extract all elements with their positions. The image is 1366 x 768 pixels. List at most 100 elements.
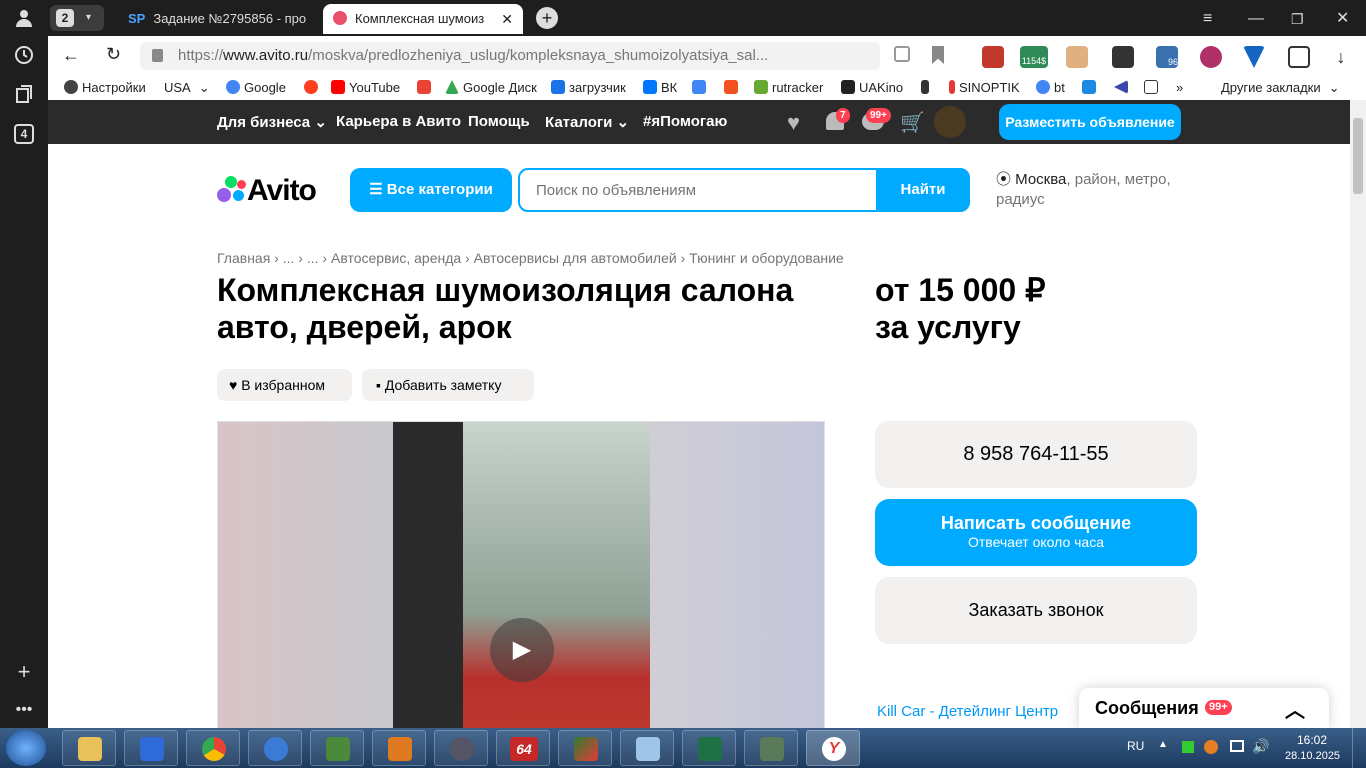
volume-icon[interactable]: 🔊: [1252, 738, 1269, 755]
breadcrumb-item[interactable]: Автосервисы для автомобилей: [474, 250, 677, 266]
download-icon[interactable]: ↓: [1330, 46, 1352, 68]
page-scrollbar[interactable]: [1350, 100, 1366, 728]
messages-panel[interactable]: Сообщения 99+ ︿: [1079, 688, 1329, 728]
nav-help[interactable]: Помощь: [468, 113, 530, 130]
taskbar-w-app[interactable]: [124, 730, 178, 766]
post-ad-button[interactable]: Разместить объявление: [999, 104, 1181, 140]
language-indicator[interactable]: RU: [1127, 739, 1144, 753]
collections-icon[interactable]: [12, 84, 36, 108]
video-gallery[interactable]: ▶: [217, 421, 825, 728]
bookmark-yandex[interactable]: [304, 80, 322, 96]
tray-expand-icon[interactable]: ▲: [1158, 739, 1168, 750]
nav-career[interactable]: Карьера в Авито: [336, 113, 461, 130]
taskbar-globe[interactable]: [248, 730, 302, 766]
bookmark-drive[interactable]: Google Диск: [445, 80, 537, 96]
bookmark-p[interactable]: [1082, 80, 1100, 96]
bookmark-sinoptik[interactable]: SINOPTIK: [949, 80, 1020, 96]
favorite-button[interactable]: ♥ В избранном: [217, 369, 352, 401]
taskbar-player[interactable]: [372, 730, 426, 766]
tab-group-button[interactable]: 2 ▾: [50, 5, 104, 31]
bookmark-vk[interactable]: ВК: [643, 80, 677, 96]
reload-icon[interactable]: ↻: [106, 44, 121, 65]
bookmark-translate[interactable]: [692, 80, 710, 96]
history-icon[interactable]: [12, 45, 36, 69]
bookmark-f[interactable]: [724, 80, 742, 96]
favorites-heart-icon[interactable]: ♥: [787, 110, 800, 136]
breadcrumb-item[interactable]: Автосервис, аренда: [331, 250, 461, 266]
avito-logo[interactable]: Avito: [217, 174, 317, 208]
bookmark-downloader[interactable]: загрузчик: [551, 80, 626, 96]
breadcrumb-item[interactable]: Тюнинг и оборудование: [689, 250, 844, 266]
money-extension-icon[interactable]: 1154$: [1020, 46, 1048, 68]
bookmark-gmail[interactable]: [417, 80, 435, 96]
cart-icon[interactable]: 🛒: [900, 110, 925, 135]
close-tab-icon[interactable]: ✕: [501, 4, 513, 34]
bookmark-bt[interactable]: bt: [1036, 80, 1065, 96]
taskbar-yandex[interactable]: Y: [806, 730, 860, 766]
bookmark-rutracker[interactable]: rutracker: [754, 80, 823, 96]
all-categories-button[interactable]: ☰ Все категории: [350, 168, 512, 212]
shield-extension-icon[interactable]: [1200, 46, 1222, 68]
menu-icon[interactable]: ≡: [1203, 4, 1212, 34]
add-panel-icon[interactable]: +: [12, 660, 36, 684]
arrow-extension-icon[interactable]: [1112, 46, 1134, 68]
taskbar-explorer[interactable]: [62, 730, 116, 766]
bookmark-google[interactable]: Google: [226, 80, 286, 96]
new-tab-button[interactable]: +: [536, 7, 558, 29]
clock-time[interactable]: 16:02: [1297, 733, 1327, 747]
url-field[interactable]: https://www.avito.ru/moskva/predlozheniy…: [140, 42, 880, 70]
bookmark-person[interactable]: [921, 80, 933, 96]
chevron-up-icon[interactable]: ︿: [1285, 694, 1305, 723]
tray-app-icon[interactable]: [1182, 741, 1194, 753]
search-button[interactable]: Найти: [876, 168, 970, 212]
show-phone-button[interactable]: 8 958 764-11-55: [875, 421, 1197, 488]
bookmark-youtube[interactable]: YouTube: [331, 80, 400, 96]
add-note-button[interactable]: ▪ Добавить заметку: [362, 369, 534, 401]
taskbar-monitor[interactable]: [744, 730, 798, 766]
request-call-button[interactable]: Заказать звонок: [875, 577, 1197, 644]
tab-avito[interactable]: Комплексная шумоиз ✕: [323, 4, 523, 34]
search-input[interactable]: [520, 170, 878, 210]
tab-zadanie[interactable]: SP Задание №2795856 - про: [128, 4, 318, 34]
nav-catalogs[interactable]: Каталоги ⌄: [545, 113, 629, 131]
breadcrumb-item[interactable]: Главная: [217, 250, 270, 266]
profile-icon[interactable]: [12, 8, 36, 32]
bookmark-usa[interactable]: USA ⌄: [164, 80, 210, 96]
bookmark-uakino[interactable]: UAKino: [841, 80, 903, 96]
taskbar-notepad[interactable]: [620, 730, 674, 766]
taskbar-clock[interactable]: [434, 730, 488, 766]
restore-icon[interactable]: ❐: [1291, 4, 1304, 34]
tabs-count-badge[interactable]: 4: [14, 124, 34, 144]
location-selector[interactable]: ⦿ Москва, район, метро, радиус: [996, 170, 1196, 210]
taskbar-chrome[interactable]: [186, 730, 240, 766]
scrollbar-thumb[interactable]: [1353, 118, 1363, 194]
clock-date[interactable]: 28.10.2025: [1285, 750, 1340, 762]
bookmark-icon[interactable]: [932, 46, 944, 64]
show-desktop-button[interactable]: [1352, 728, 1366, 768]
counter-extension-icon[interactable]: 96: [1156, 46, 1178, 68]
more-icon[interactable]: •••: [12, 698, 36, 722]
start-button[interactable]: [6, 730, 46, 766]
breadcrumb-item[interactable]: ...: [283, 250, 295, 266]
network-icon[interactable]: [1230, 740, 1244, 752]
nav-help-tag[interactable]: #яПомогаю: [643, 113, 727, 130]
taskbar-64[interactable]: 64: [496, 730, 550, 766]
taskbar-app9[interactable]: [558, 730, 612, 766]
avatar[interactable]: [934, 106, 966, 138]
seller-link[interactable]: Kill Car - Детейлинг Центр: [877, 703, 1058, 720]
copy-icon[interactable]: [894, 46, 910, 62]
taskbar-app5[interactable]: [310, 730, 364, 766]
taskbar-excel[interactable]: [682, 730, 736, 766]
bookmark-arrow[interactable]: [1114, 80, 1132, 96]
play-icon[interactable]: ▶: [490, 618, 554, 682]
extensions-icon[interactable]: [1288, 46, 1310, 68]
minimize-icon[interactable]: —: [1248, 4, 1264, 34]
bookmark-bc[interactable]: [1144, 80, 1162, 96]
breadcrumb-item[interactable]: ...: [307, 250, 319, 266]
other-bookmarks[interactable]: Другие закладки ⌄: [1221, 80, 1340, 96]
more-bookmarks-icon[interactable]: »: [1176, 80, 1183, 96]
bookmark-settings[interactable]: Настройки: [64, 80, 146, 96]
ublock-extension-icon[interactable]: [982, 46, 1004, 68]
write-message-button[interactable]: Написать сообщение Отвечает около часа: [875, 499, 1197, 566]
avatar-extension-icon[interactable]: [1066, 46, 1088, 68]
